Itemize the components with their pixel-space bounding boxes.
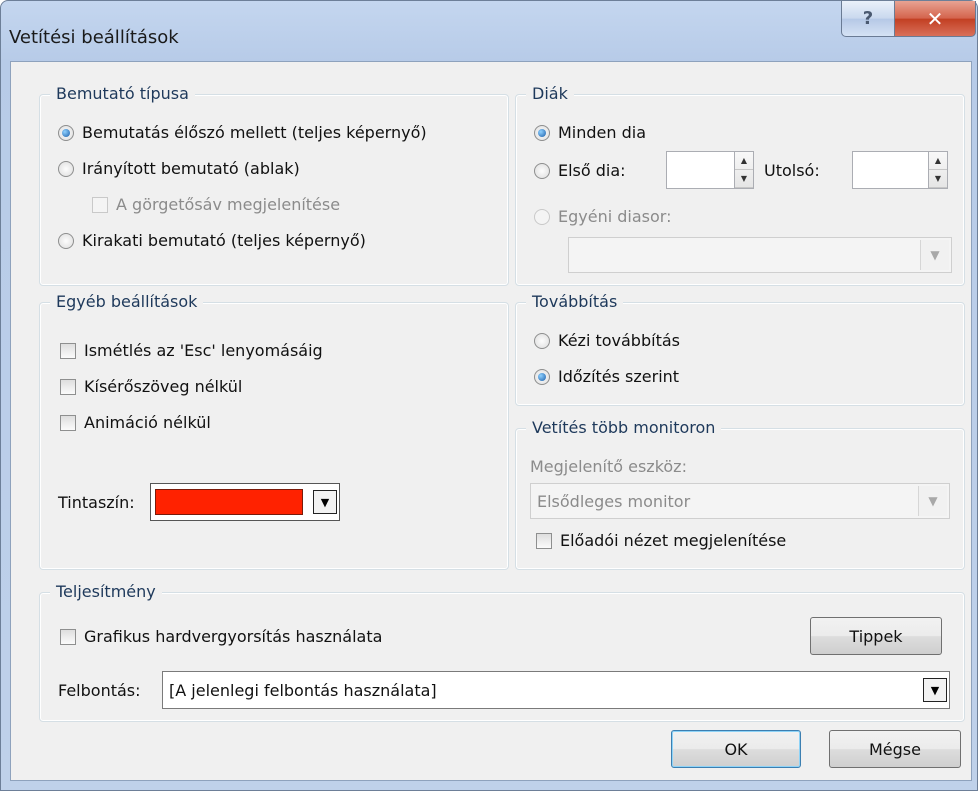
close-icon: ✕: [926, 6, 944, 31]
ok-button-label: OK: [724, 739, 748, 759]
presenter-radio[interactable]: [58, 124, 74, 141]
spin-down-icon[interactable]: ▼: [929, 170, 947, 188]
display-dropdown[interactable]: Elsődleges monitor ▼: [530, 483, 950, 519]
from-slide-spin-arrows[interactable]: ▲ ▼: [734, 152, 753, 188]
cancel-button[interactable]: Mégse: [829, 730, 961, 768]
resolution-value: [A jelenlegi felbontás használata]: [169, 680, 437, 700]
timings-label: Időzítés szerint: [558, 367, 680, 386]
manual-advance-radio[interactable]: [534, 332, 550, 349]
resolution-label: Felbontás:: [58, 681, 141, 700]
hw-accel-option[interactable]: Grafikus hardvergyorsítás használata: [60, 627, 382, 646]
display-label-row: Megjelenítő eszköz:: [530, 457, 687, 476]
from-slide-option[interactable]: Első dia:: [534, 161, 626, 180]
monitors-group: Vetítés több monitoron Megjelenítő eszkö…: [515, 418, 965, 570]
dialog-title: Vetítési beállítások: [9, 27, 179, 48]
performance-group: Teljesítmény Grafikus hardvergyorsítás h…: [39, 582, 965, 722]
hw-accel-label: Grafikus hardvergyorsítás használata: [84, 627, 383, 646]
pen-color-label: Tintaszín:: [58, 493, 135, 512]
no-animation-checkbox[interactable]: [60, 414, 76, 431]
no-animation-option[interactable]: Animáció nélkül: [60, 413, 211, 432]
kiosk-label: Kirakati bemutató (teljes képernyő): [82, 231, 366, 250]
tips-button[interactable]: Tippek: [810, 617, 942, 655]
custom-show-dropdown[interactable]: ▼: [568, 237, 952, 273]
spin-up-icon[interactable]: ▲: [929, 152, 947, 170]
scrollbar-label: A görgetősáv megjelenítése: [116, 195, 341, 214]
advance-group: Továbbítás Kézi továbbítás Időzítés szer…: [515, 292, 965, 406]
to-slide-spin-arrows[interactable]: ▲ ▼: [928, 152, 947, 188]
manual-advance-option[interactable]: Kézi továbbítás: [534, 331, 680, 350]
no-narration-option[interactable]: Kísérőszöveg nélkül: [60, 377, 242, 396]
show-type-legend: Bemutató típusa: [50, 84, 195, 103]
help-icon: ?: [862, 8, 874, 29]
display-value: Elsődleges monitor: [537, 491, 691, 511]
tips-button-label: Tippek: [849, 626, 903, 646]
from-slide-spinner[interactable]: ▲ ▼: [666, 151, 754, 189]
to-slide-label: Utolsó:: [764, 161, 820, 180]
no-animation-label: Animáció nélkül: [84, 413, 211, 432]
to-slide-spinner[interactable]: ▲ ▼: [852, 151, 948, 189]
all-slides-radio[interactable]: [534, 124, 550, 141]
no-narration-checkbox[interactable]: [60, 378, 76, 395]
display-label: Megjelenítő eszköz:: [530, 457, 687, 476]
monitors-legend: Vetítés több monitoron: [526, 418, 722, 437]
to-slide-label-wrap: Utolsó:: [764, 161, 820, 180]
chevron-down-icon[interactable]: ▼: [918, 486, 947, 516]
loop-label: Ismétlés az 'Esc' lenyomásáig: [84, 341, 323, 360]
timings-option[interactable]: Időzítés szerint: [534, 367, 679, 386]
from-slide-label: Első dia:: [558, 161, 626, 180]
custom-show-radio[interactable]: [534, 208, 550, 225]
slides-group: Diák Minden dia Első dia: ▲ ▼ Utolsó: ▲ …: [515, 84, 965, 286]
other-options-group: Egyéb beállítások Ismétlés az 'Esc' leny…: [39, 292, 509, 570]
advance-legend: Továbbítás: [526, 292, 624, 311]
show-type-group: Bemutató típusa Bemutatás élőszó mellett…: [39, 84, 509, 286]
window-radio[interactable]: [58, 160, 74, 177]
pen-color-row: Tintaszín:: [58, 493, 135, 512]
hw-accel-checkbox[interactable]: [60, 628, 76, 645]
ok-button[interactable]: OK: [671, 730, 801, 768]
presenter-label: Bemutatás élőszó mellett (teljes képerny…: [82, 123, 427, 142]
chevron-down-icon[interactable]: ▼: [313, 490, 337, 514]
window-label: Irányított bemutató (ablak): [82, 159, 300, 178]
manual-advance-label: Kézi továbbítás: [558, 331, 680, 350]
performance-legend: Teljesítmény: [50, 582, 162, 601]
chevron-down-icon[interactable]: ▼: [920, 240, 949, 270]
custom-show-label: Egyéni diasor:: [558, 207, 672, 226]
all-slides-label: Minden dia: [558, 123, 647, 142]
no-narration-label: Kísérőszöveg nélkül: [84, 377, 243, 396]
loop-checkbox[interactable]: [60, 342, 76, 359]
other-options-legend: Egyéb beállítások: [50, 292, 204, 311]
kiosk-radio[interactable]: [58, 232, 74, 249]
all-slides-option[interactable]: Minden dia: [534, 123, 646, 142]
pen-color-picker[interactable]: ▼: [150, 483, 340, 521]
chevron-down-icon[interactable]: ▼: [923, 678, 947, 702]
resolution-label-row: Felbontás:: [58, 681, 141, 700]
presenter-view-label: Előadói nézet megjelenítése: [560, 531, 787, 550]
presenter-view-checkbox[interactable]: [536, 532, 552, 549]
scrollbar-checkbox[interactable]: [92, 196, 108, 213]
spin-up-icon[interactable]: ▲: [735, 152, 753, 170]
scrollbar-option[interactable]: A görgetősáv megjelenítése: [92, 195, 340, 214]
help-button[interactable]: ?: [841, 1, 895, 37]
pen-color-swatch: [155, 489, 303, 515]
radio-option-kiosk[interactable]: Kirakati bemutató (teljes képernyő): [58, 231, 366, 250]
slides-legend: Diák: [526, 84, 574, 103]
radio-option-presenter[interactable]: Bemutatás élőszó mellett (teljes képerny…: [58, 123, 427, 142]
resolution-dropdown[interactable]: [A jelenlegi felbontás használata] ▼: [162, 671, 950, 709]
cancel-button-label: Mégse: [869, 739, 921, 759]
loop-option[interactable]: Ismétlés az 'Esc' lenyomásáig: [60, 341, 323, 360]
timings-radio[interactable]: [534, 368, 550, 385]
spin-down-icon[interactable]: ▼: [735, 170, 753, 188]
presenter-view-option[interactable]: Előadói nézet megjelenítése: [536, 531, 786, 550]
dialog-body: Bemutató típusa Bemutatás élőszó mellett…: [10, 61, 972, 781]
from-slide-radio[interactable]: [534, 162, 550, 179]
close-button[interactable]: ✕: [894, 1, 976, 37]
custom-show-option[interactable]: Egyéni diasor:: [534, 207, 671, 226]
dialog-window: Vetítési beállítások ? ✕ Bemutató típusa…: [0, 0, 978, 791]
radio-option-window[interactable]: Irányított bemutató (ablak): [58, 159, 300, 178]
